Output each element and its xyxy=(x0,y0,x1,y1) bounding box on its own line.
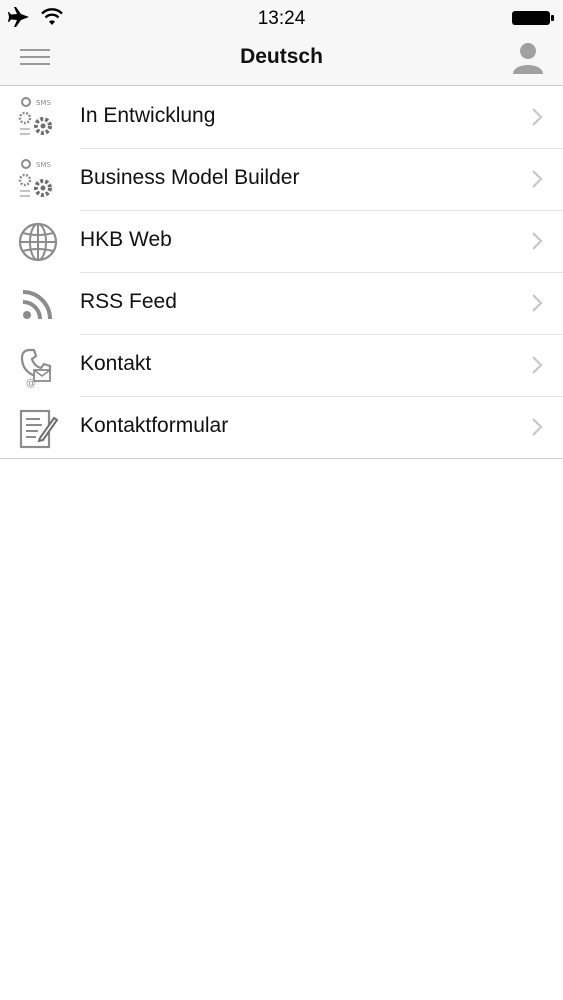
menu-list: SMS In Entwicklung SMS Business Model Bu… xyxy=(0,86,563,459)
chevron-right-icon xyxy=(532,356,543,374)
list-item-in-entwicklung[interactable]: SMS In Entwicklung xyxy=(0,86,563,148)
list-item-hkb-web[interactable]: HKB Web xyxy=(0,210,563,272)
gears-sms-icon: SMS xyxy=(18,97,52,135)
list-item-label: Business Model Builder xyxy=(80,166,300,189)
page-title: Deutsch xyxy=(240,45,323,68)
svg-text:SMS: SMS xyxy=(36,161,51,169)
list-item-rss-feed[interactable]: RSS Feed xyxy=(0,272,563,334)
list-item-kontaktformular[interactable]: Kontaktformular xyxy=(0,396,563,458)
list-item-label: RSS Feed xyxy=(80,290,177,313)
chevron-right-icon xyxy=(532,170,543,188)
navigation-bar: Deutsch xyxy=(0,36,563,86)
globe-icon xyxy=(18,222,58,262)
list-item-kontakt[interactable]: @ Kontakt xyxy=(0,334,563,396)
user-profile-button[interactable] xyxy=(511,40,545,76)
chevron-right-icon xyxy=(532,108,543,126)
list-item-label: In Entwicklung xyxy=(80,104,216,127)
rss-icon xyxy=(22,290,52,320)
chevron-right-icon xyxy=(532,294,543,312)
user-profile-icon xyxy=(513,43,543,74)
list-item-business-model-builder[interactable]: SMS Business Model Builder xyxy=(0,148,563,210)
list-item-label: Kontakt xyxy=(80,352,152,375)
list-item-label: Kontaktformular xyxy=(80,414,229,437)
list-item-label: HKB Web xyxy=(80,228,172,251)
svg-text:@: @ xyxy=(26,378,36,388)
phone-mail-icon: @ xyxy=(20,348,52,388)
chevron-right-icon xyxy=(532,232,543,250)
status-right xyxy=(511,9,555,32)
status-bar: 13:24 xyxy=(0,0,563,36)
chevron-right-icon xyxy=(532,418,543,436)
status-time: 13:24 xyxy=(257,8,306,29)
battery-icon xyxy=(512,11,554,25)
svg-text:SMS: SMS xyxy=(36,99,51,107)
gears-sms-icon: SMS xyxy=(18,159,52,197)
form-edit-icon xyxy=(19,409,59,449)
